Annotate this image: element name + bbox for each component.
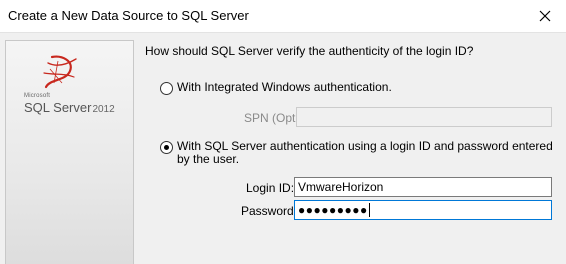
auth-question: How should SQL Server verify the authent…: [145, 44, 474, 58]
dialog-window: Create a New Data Source to SQL Server M…: [0, 0, 566, 264]
close-button[interactable]: [524, 0, 566, 32]
logo-version: 2012: [92, 104, 115, 115]
radio-sql-auth[interactable]: With SQL Server authentication using a l…: [160, 140, 555, 166]
logo-microsoft-text: Microsoft: [24, 93, 51, 99]
password-value: ●●●●●●●●●: [298, 203, 368, 217]
logo-product-name: SQL Server: [24, 100, 92, 115]
spn-input[interactable]: [296, 107, 552, 127]
logo-product-text: SQL Server2012: [24, 100, 115, 115]
text-caret: [368, 203, 370, 217]
title-bar[interactable]: Create a New Data Source to SQL Server: [0, 0, 566, 33]
login-id-input[interactable]: VmwareHorizon: [294, 177, 552, 197]
radio-sql-auth-label[interactable]: With SQL Server authentication using a l…: [177, 140, 555, 166]
login-id-label: Login ID:: [246, 181, 295, 195]
sql-server-logo-icon: [43, 55, 77, 89]
password-input[interactable]: ●●●●●●●●●: [294, 200, 552, 220]
window-title: Create a New Data Source to SQL Server: [8, 8, 249, 23]
radio-sql-auth-circle[interactable]: [160, 141, 173, 154]
close-icon: [539, 10, 551, 22]
password-label: Password:: [241, 204, 298, 218]
sql-server-logo: Microsoft SQL Server2012: [20, 53, 130, 123]
radio-windows-auth-label[interactable]: With Integrated Windows authentication.: [177, 81, 392, 94]
radio-windows-auth[interactable]: With Integrated Windows authentication.: [160, 81, 392, 95]
sidebar-banner: Microsoft SQL Server2012: [5, 40, 134, 264]
radio-windows-auth-circle[interactable]: [160, 82, 173, 95]
